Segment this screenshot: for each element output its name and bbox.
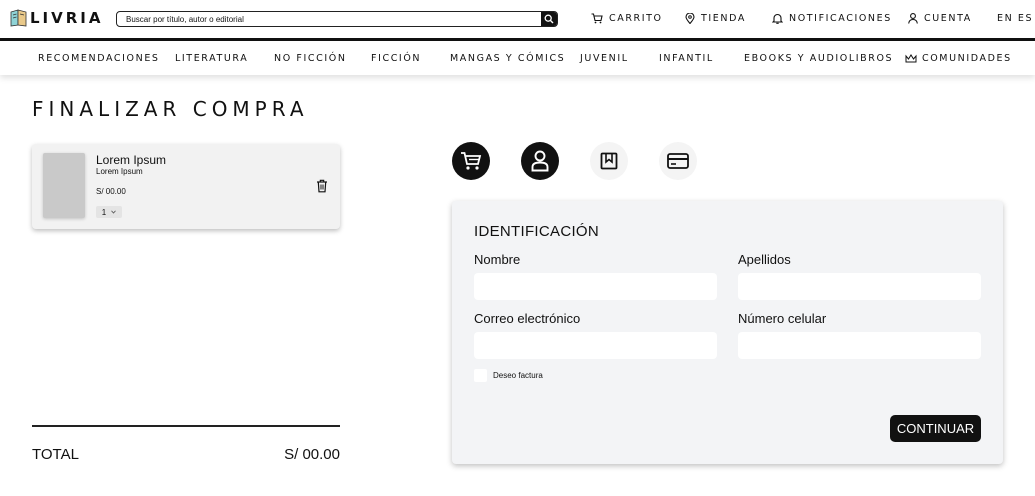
step-identification[interactable]: [521, 142, 559, 180]
category-mangas[interactable]: MANGAS Y CÓMICS: [450, 53, 565, 64]
user-icon: [531, 150, 549, 172]
category-ebooks[interactable]: EBOOKS Y AUDIOLIBROS: [744, 53, 893, 64]
crown-icon: [905, 54, 917, 63]
search-bar: [116, 11, 558, 27]
quantity-select[interactable]: 1: [96, 206, 122, 218]
bookmark-book-icon: [600, 152, 618, 170]
search-button[interactable]: [541, 12, 557, 26]
category-fiction[interactable]: FICCIÓN: [371, 53, 421, 64]
invoice-label: Deseo factura: [493, 371, 543, 380]
book-cover-placeholder: [43, 153, 85, 218]
category-nonfiction[interactable]: NO FICCIÓN: [274, 53, 347, 64]
nav-account-label: CUENTA: [924, 13, 972, 24]
cart-icon: [461, 152, 482, 170]
language-label: EN ES: [997, 13, 1034, 24]
category-kids[interactable]: INFANTIL: [659, 53, 714, 64]
trash-icon[interactable]: [316, 179, 328, 193]
nav-cart[interactable]: CARRITO: [591, 13, 663, 24]
last-name-input[interactable]: [738, 273, 981, 300]
cart-item-title: Lorem Ipsum: [96, 153, 167, 167]
credit-card-icon: [667, 153, 689, 169]
phone-label: Número celular: [738, 311, 827, 326]
nav-cart-label: CARRITO: [609, 13, 663, 24]
continue-button[interactable]: CONTINUAR: [890, 415, 981, 442]
cart-item: Lorem Ipsum Lorem Ipsum S/ 00.00 1: [32, 144, 340, 229]
category-communities[interactable]: COMUNIDADES: [905, 53, 1012, 64]
top-header: LIVRIA CARRITO TIENDA NOTIFICACIONES: [0, 0, 1035, 38]
email-label: Correo electrónico: [474, 311, 581, 326]
step-payment[interactable]: [659, 142, 697, 180]
nav-store-label: TIENDA: [701, 13, 746, 24]
category-recommendations[interactable]: RECOMENDACIONES: [38, 53, 160, 64]
cart-item-subtitle: Lorem Ipsum: [96, 167, 143, 176]
language-switcher[interactable]: EN ES: [997, 13, 1033, 24]
cart-item-price: S/ 00.00: [96, 187, 126, 196]
phone-input[interactable]: [738, 332, 981, 359]
nav-notifications-label: NOTIFICACIONES: [789, 13, 892, 24]
chevron-down-icon: [111, 210, 117, 214]
search-icon: [544, 14, 554, 24]
brand-name: LIVRIA: [30, 9, 104, 27]
cart-icon: [591, 13, 603, 24]
category-literature[interactable]: LITERATURA: [175, 53, 248, 64]
page-title: FINALIZAR COMPRA: [32, 97, 309, 121]
location-pin-icon: [685, 13, 695, 24]
brand-logo[interactable]: LIVRIA: [10, 9, 104, 27]
book-logo-icon: [10, 9, 27, 27]
total-label: TOTAL: [32, 446, 79, 463]
category-bar: RECOMENDACIONES LITERATURA NO FICCIÓN FI…: [0, 41, 1035, 75]
email-input[interactable]: [474, 332, 717, 359]
nav-account[interactable]: CUENTA: [908, 13, 972, 24]
category-communities-label: COMUNIDADES: [922, 53, 1012, 64]
step-shipping[interactable]: [590, 142, 628, 180]
last-name-label: Apellidos: [738, 252, 791, 267]
total-divider: [32, 425, 340, 427]
form-title: IDENTIFICACIÓN: [474, 223, 600, 240]
total-value: S/ 00.00: [284, 446, 340, 463]
step-cart[interactable]: [452, 142, 490, 180]
user-icon: [908, 13, 918, 24]
search-input[interactable]: [117, 12, 541, 26]
invoice-checkbox[interactable]: [474, 369, 487, 382]
first-name-label: Nombre: [474, 252, 521, 267]
category-youth[interactable]: JUVENIL: [580, 53, 629, 64]
nav-store[interactable]: TIENDA: [685, 13, 746, 24]
first-name-input[interactable]: [474, 273, 717, 300]
nav-notifications[interactable]: NOTIFICACIONES: [772, 13, 892, 24]
identification-form: IDENTIFICACIÓN Nombre Apellidos Correo e…: [452, 201, 1003, 464]
bell-icon: [772, 13, 783, 24]
quantity-value: 1: [101, 207, 107, 217]
